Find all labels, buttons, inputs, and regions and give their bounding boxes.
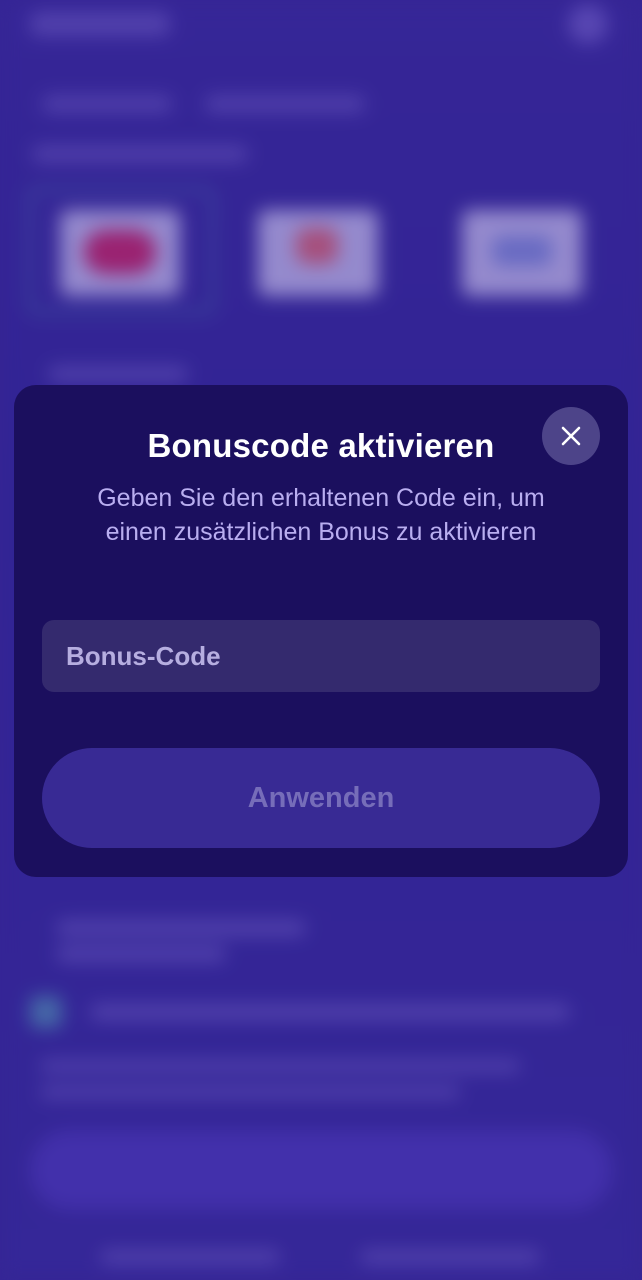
bonus-code-modal: Bonuscode aktivieren Geben Sie den erhal… <box>14 385 628 877</box>
apply-button[interactable]: Anwenden <box>42 748 600 848</box>
modal-title: Bonuscode aktivieren <box>147 427 495 464</box>
modal-subtitle: Geben Sie den erhaltenen Code ein, um ei… <box>97 484 545 546</box>
bonus-code-input[interactable] <box>42 620 600 692</box>
